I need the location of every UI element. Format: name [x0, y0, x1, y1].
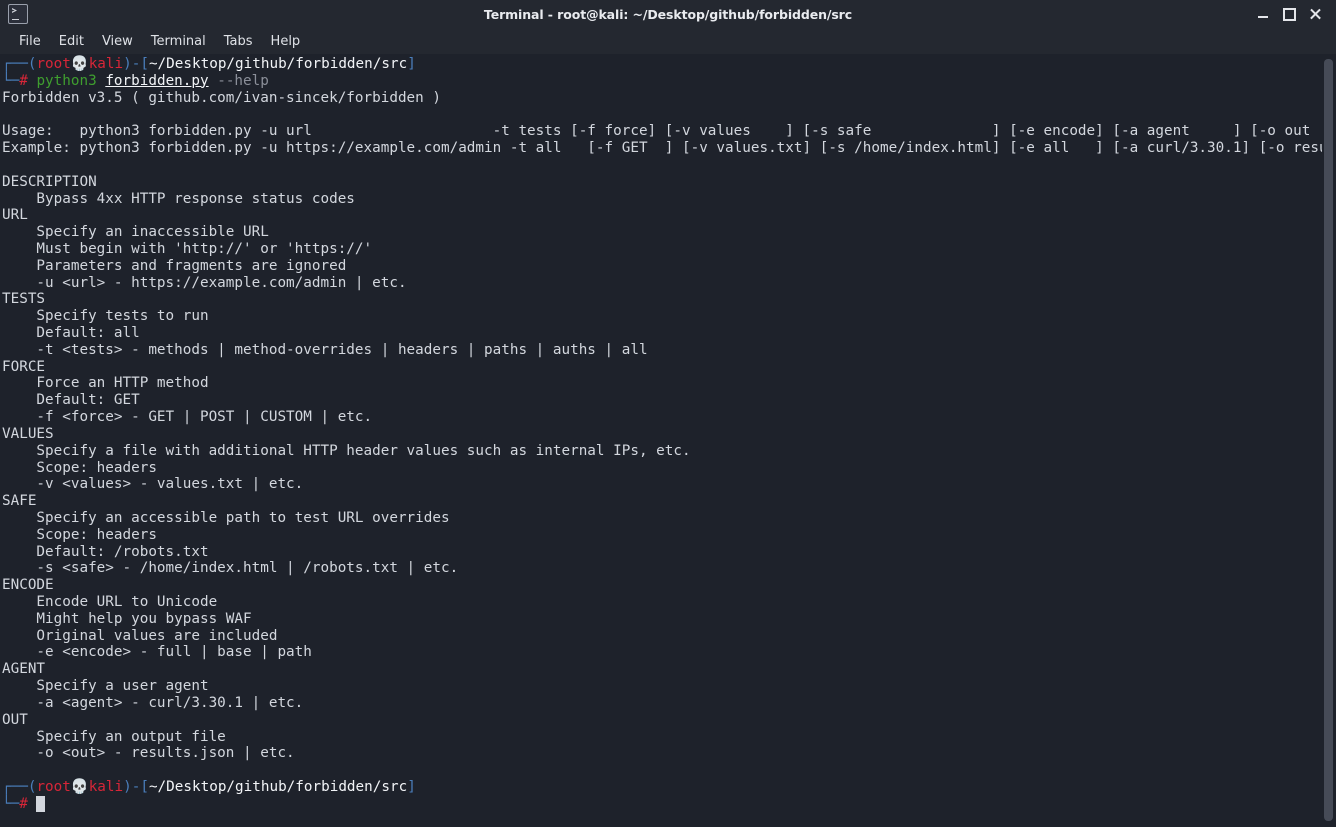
terminal-area[interactable]: ┌──(root💀kali)-[~/Desktop/github/forbidd… — [0, 54, 1336, 827]
menu-bar: File Edit View Terminal Tabs Help — [0, 28, 1336, 54]
scrollbar-thumb[interactable] — [1324, 59, 1333, 821]
menu-item-edit[interactable]: Edit — [50, 32, 93, 51]
maximize-icon — [1282, 7, 1296, 21]
maximize-button[interactable] — [1276, 0, 1302, 28]
command-output: Forbidden v3.5 ( github.com/ivan-sincek/… — [2, 89, 1322, 762]
terminal-scrollbar[interactable] — [1322, 54, 1336, 827]
terminal-window: Terminal - root@kali: ~/Desktop/github/f… — [0, 0, 1336, 827]
prompt-line-top: ┌──(root💀kali)-[~/Desktop/github/forbidd… — [2, 56, 416, 72]
window-title: Terminal - root@kali: ~/Desktop/github/f… — [483, 6, 853, 22]
menu-item-tabs[interactable]: Tabs — [215, 32, 262, 51]
minimize-button[interactable] — [1250, 0, 1276, 28]
prompt-line-active: └─# — [2, 795, 46, 812]
menu-item-help[interactable]: Help — [262, 32, 310, 51]
minimize-icon — [1258, 16, 1268, 18]
menu-item-file[interactable]: File — [10, 32, 50, 51]
terminal-content: ┌──(root💀kali)-[~/Desktop/github/forbidd… — [2, 56, 1322, 813]
prompt-line-command: └─# python3 forbidden.py --help — [2, 72, 269, 89]
close-icon — [1309, 8, 1321, 20]
close-button[interactable] — [1302, 0, 1328, 28]
terminal-icon — [8, 4, 28, 24]
prompt-line-top-2: ┌──(root💀kali)-[~/Desktop/github/forbidd… — [2, 778, 416, 795]
title-bar: Terminal - root@kali: ~/Desktop/github/f… — [0, 0, 1336, 28]
window-controls — [1250, 0, 1336, 28]
menu-item-terminal[interactable]: Terminal — [142, 32, 215, 51]
terminal-screen[interactable]: ┌──(root💀kali)-[~/Desktop/github/forbidd… — [0, 54, 1322, 827]
menu-item-view[interactable]: View — [93, 32, 142, 51]
